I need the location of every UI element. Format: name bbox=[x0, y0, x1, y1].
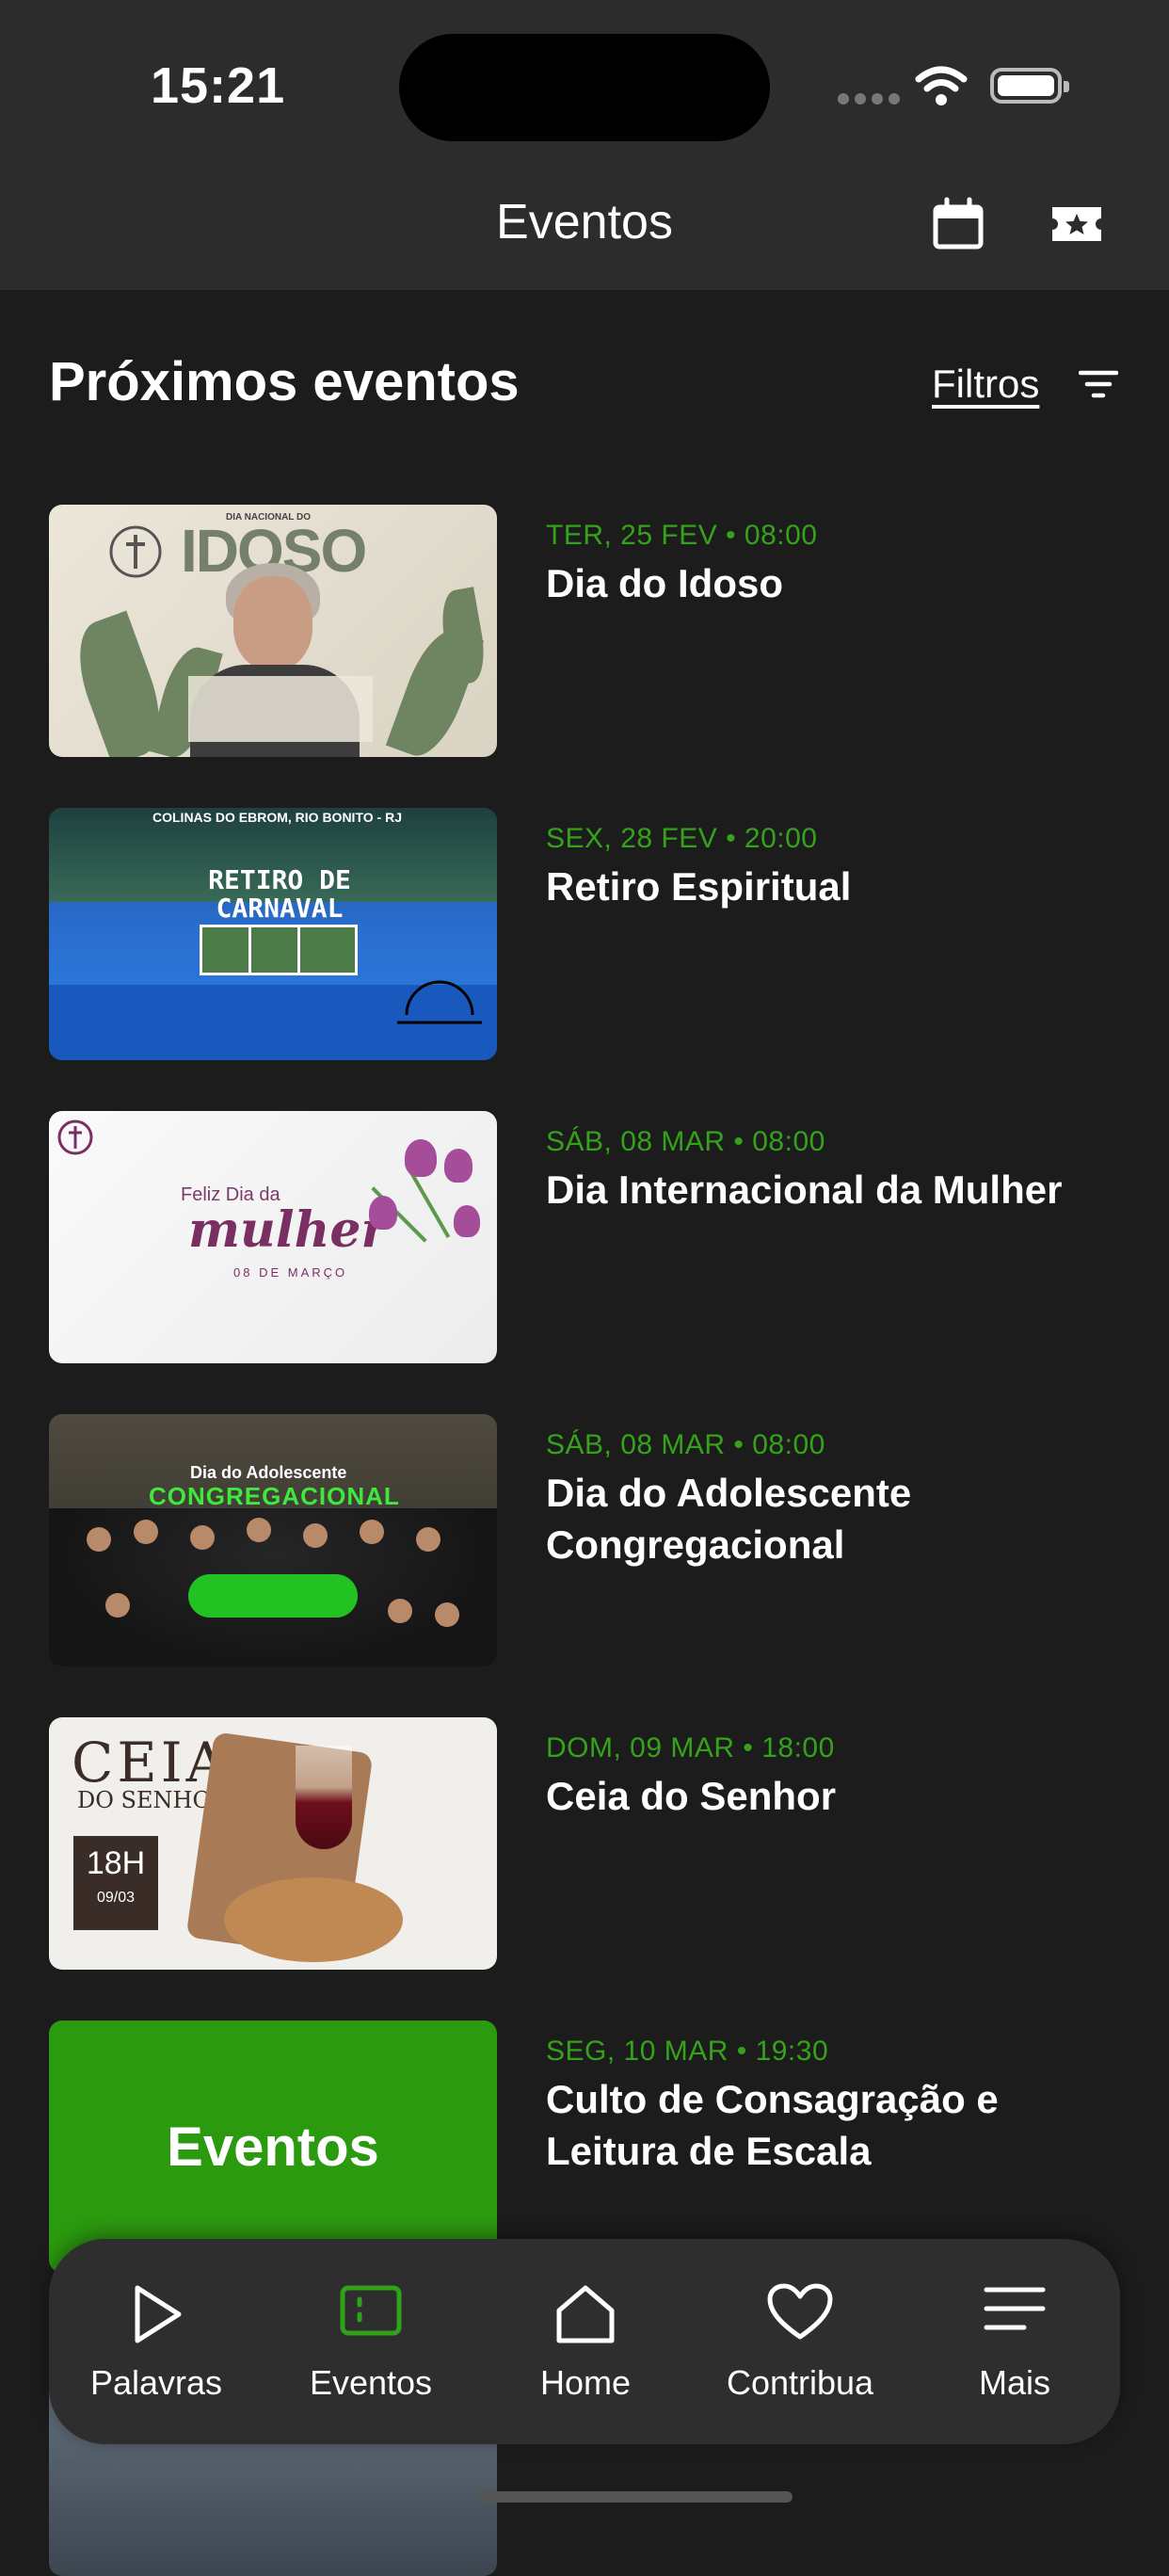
section-title: Próximos eventos bbox=[49, 351, 520, 412]
tab-label: Contribua bbox=[726, 2363, 874, 2402]
play-icon bbox=[135, 2285, 182, 2343]
event-thumbnail: CEIA DO SENHOR 18H 09/03 bbox=[49, 1717, 497, 1970]
bottom-tab-bar: Palavras Eventos Home Contribua Mais bbox=[49, 2239, 1120, 2444]
status-time: 15:21 bbox=[151, 57, 286, 114]
home-icon bbox=[556, 2285, 615, 2343]
tab-contribua[interactable]: Contribua bbox=[693, 2239, 907, 2444]
menu-icon bbox=[984, 2287, 1046, 2330]
event-thumbnail: Feliz Dia da mulher 08 DE MARÇO bbox=[49, 1111, 497, 1363]
event-item-ceia-do-senhor[interactable]: CEIA DO SENHOR 18H 09/03 DOM, 09 MAR • 1… bbox=[0, 1717, 1169, 1970]
event-thumbnail: Eventos bbox=[49, 2021, 497, 2273]
thumb-line2: CONGREGACIONAL bbox=[149, 1482, 400, 1510]
tab-home[interactable]: Home bbox=[478, 2239, 693, 2444]
tab-label: Palavras bbox=[89, 2363, 223, 2402]
tab-eventos[interactable]: Eventos bbox=[264, 2239, 478, 2444]
top-bar: 15:21 Eventos bbox=[0, 0, 1169, 290]
thumb-date: 08 DE MARÇO bbox=[233, 1265, 348, 1280]
thumb-day: 09/03 bbox=[96, 1890, 136, 1906]
event-item-culto-de-consagracao[interactable]: Eventos SEG, 10 MAR • 19:30 Culto de Con… bbox=[0, 2021, 1169, 2273]
event-date: SÁB, 08 MAR • 08:00 bbox=[546, 1126, 825, 1157]
event-title: Dia do Adolescente Congregacional bbox=[546, 1471, 912, 1567]
filter-lines-icon[interactable] bbox=[1079, 367, 1118, 401]
event-title: Culto de Consagração e Leitura de Escala bbox=[546, 2077, 999, 2173]
tab-palavras[interactable]: Palavras bbox=[49, 2239, 264, 2444]
event-date: DOM, 09 MAR • 18:00 bbox=[546, 1732, 835, 1763]
event-item-dia-internacional-da-mulher[interactable]: Feliz Dia da mulher 08 DE MARÇO SÁB, 08 … bbox=[0, 1111, 1169, 1363]
event-title: Retiro Espiritual bbox=[546, 864, 852, 909]
event-date: TER, 25 FEV • 08:00 bbox=[546, 520, 818, 551]
event-title: Ceia do Senhor bbox=[546, 1774, 837, 1818]
filters-link[interactable]: Filtros bbox=[932, 362, 1039, 407]
event-item-retiro-espiritual[interactable]: COLINAS DO EBROM, RIO BONITO - RJ RETIRO… bbox=[0, 808, 1169, 1060]
event-date: SEX, 28 FEV • 20:00 bbox=[546, 823, 818, 854]
tab-label: Home bbox=[539, 2363, 632, 2402]
battery-icon bbox=[990, 68, 1069, 104]
thumb-banner: mulher bbox=[188, 1201, 387, 1259]
wifi-icon bbox=[915, 66, 968, 105]
thumb-location: COLINAS DO EBROM, RIO BONITO - RJ bbox=[152, 810, 402, 825]
event-item-dia-do-idoso[interactable]: DIA NACIONAL DO IDOSO TER, 25 FEV • 08:0… bbox=[0, 505, 1169, 757]
thumb-line1: Dia do Adolescente bbox=[190, 1463, 347, 1482]
heart-icon bbox=[767, 2283, 833, 2340]
ticket-star-icon[interactable] bbox=[1049, 196, 1105, 252]
home-indicator[interactable] bbox=[478, 2491, 793, 2503]
tab-mais[interactable]: Mais bbox=[907, 2239, 1122, 2444]
tab-label: Mais bbox=[978, 2363, 1050, 2402]
event-ticket-icon bbox=[340, 2285, 402, 2336]
thumb-banner: Eventos bbox=[167, 2116, 379, 2178]
tab-label: Eventos bbox=[309, 2363, 433, 2402]
page-title: Eventos bbox=[496, 195, 673, 250]
event-thumbnail: DIA NACIONAL DO IDOSO bbox=[49, 505, 497, 757]
dynamic-island bbox=[399, 34, 770, 141]
event-title: Dia Internacional da Mulher bbox=[546, 1167, 1063, 1212]
event-date: SÁB, 08 MAR • 08:00 bbox=[546, 1429, 825, 1460]
sun-waves-icon bbox=[397, 980, 482, 1024]
church-logo-icon bbox=[109, 525, 162, 578]
calendar-icon[interactable] bbox=[930, 196, 986, 252]
thumb-banner: CEIA bbox=[72, 1731, 230, 1795]
event-thumbnail: COLINAS DO EBROM, RIO BONITO - RJ RETIRO… bbox=[49, 808, 497, 1060]
thumb-time: 18H bbox=[86, 1845, 146, 1881]
event-item-dia-do-adolescente[interactable]: Dia do Adolescente CONGREGACIONAL SÁB, 0… bbox=[0, 1414, 1169, 1666]
event-title: Dia do Idoso bbox=[546, 561, 783, 605]
event-date: SEG, 10 MAR • 19:30 bbox=[546, 2036, 829, 2067]
church-logo-icon bbox=[57, 1119, 93, 1155]
cellular-signal-icon bbox=[838, 92, 905, 109]
event-thumbnail: Dia do Adolescente CONGREGACIONAL bbox=[49, 1414, 497, 1666]
